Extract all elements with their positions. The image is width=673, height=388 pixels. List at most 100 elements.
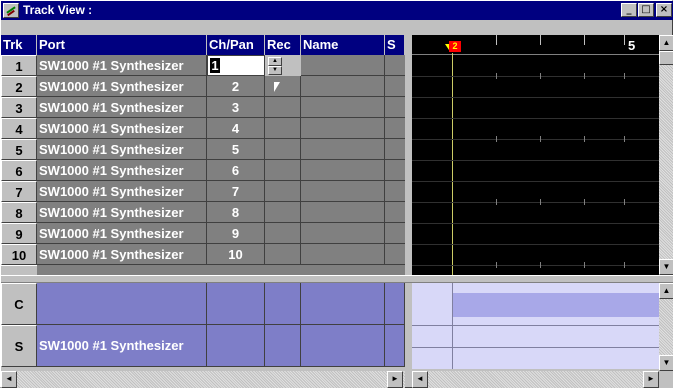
header-port[interactable]: Port bbox=[37, 35, 207, 55]
scroll-left-button[interactable]: ◄ bbox=[1, 371, 17, 388]
track-row[interactable]: 5 SW1000 #1 Synthesizer 5 bbox=[1, 139, 405, 160]
track-name[interactable] bbox=[301, 118, 385, 139]
scroll-thumb[interactable] bbox=[659, 51, 673, 65]
track-port[interactable]: SW1000 #1 Synthesizer bbox=[37, 118, 207, 139]
timeline-horizontal-scrollbar[interactable]: ◄ ► bbox=[412, 371, 659, 388]
bottom-vertical-scrollbar[interactable]: ▲ ▼ bbox=[659, 283, 673, 371]
track-solo[interactable] bbox=[385, 55, 405, 76]
track-number[interactable]: 1 bbox=[1, 55, 37, 76]
timeline-pane[interactable]: 5 2 bbox=[412, 35, 659, 275]
track-number[interactable]: 4 bbox=[1, 118, 37, 139]
track-row[interactable]: 8 SW1000 #1 Synthesizer 8 bbox=[1, 202, 405, 223]
track-rec[interactable] bbox=[265, 139, 301, 160]
track-number[interactable]: 9 bbox=[1, 223, 37, 244]
track-solo[interactable] bbox=[385, 202, 405, 223]
close-button[interactable]: × bbox=[656, 3, 672, 17]
conductor-row[interactable]: C bbox=[1, 283, 405, 325]
bottom-timeline-pane[interactable] bbox=[412, 283, 659, 369]
track-channel[interactable]: 5 bbox=[207, 139, 265, 160]
track-name[interactable] bbox=[301, 181, 385, 202]
system-channel[interactable] bbox=[207, 325, 265, 367]
track-channel[interactable]: 4 bbox=[207, 118, 265, 139]
track-rec[interactable] bbox=[265, 202, 301, 223]
track-rec[interactable] bbox=[265, 223, 301, 244]
track-port[interactable]: SW1000 #1 Synthesizer bbox=[37, 139, 207, 160]
conductor-label[interactable]: C bbox=[1, 283, 37, 325]
track-row[interactable]: 4 SW1000 #1 Synthesizer 4 bbox=[1, 118, 405, 139]
conductor-port[interactable] bbox=[37, 283, 207, 325]
track-rec[interactable] bbox=[265, 244, 301, 265]
minimize-button[interactable]: _ bbox=[621, 3, 637, 17]
channel-edit-field[interactable]: 1 bbox=[207, 55, 265, 76]
track-horizontal-scrollbar[interactable]: ◄ ► bbox=[1, 371, 405, 388]
system-name[interactable] bbox=[301, 325, 385, 367]
track-number[interactable]: 10 bbox=[1, 244, 37, 265]
conductor-name[interactable] bbox=[301, 283, 385, 325]
track-name[interactable] bbox=[301, 202, 385, 223]
track-channel[interactable]: 6 bbox=[207, 160, 265, 181]
track-row[interactable]: 9 SW1000 #1 Synthesizer 9 bbox=[1, 223, 405, 244]
track-number[interactable]: 6 bbox=[1, 160, 37, 181]
marker-flag-icon[interactable]: 2 bbox=[449, 41, 461, 52]
track-number[interactable]: 5 bbox=[1, 139, 37, 160]
track-view-app-icon[interactable] bbox=[3, 3, 19, 18]
track-channel[interactable]: 3 bbox=[207, 97, 265, 118]
conductor-solo[interactable] bbox=[385, 283, 405, 325]
track-name[interactable] bbox=[301, 139, 385, 160]
title-bar[interactable]: Track View : _ □ × bbox=[1, 1, 673, 20]
track-port[interactable]: SW1000 #1 Synthesizer bbox=[37, 76, 207, 97]
track-rec[interactable] bbox=[265, 97, 301, 118]
conductor-channel[interactable] bbox=[207, 283, 265, 325]
track-name[interactable] bbox=[301, 244, 385, 265]
track-port[interactable]: SW1000 #1 Synthesizer bbox=[37, 55, 207, 76]
scroll-down-button[interactable]: ▼ bbox=[659, 259, 673, 275]
track-port[interactable]: SW1000 #1 Synthesizer bbox=[37, 223, 207, 244]
track-channel[interactable]: 10 bbox=[207, 244, 265, 265]
header-rec[interactable]: Rec bbox=[265, 35, 301, 55]
track-name[interactable] bbox=[301, 55, 385, 76]
scroll-up-button[interactable]: ▲ bbox=[659, 283, 673, 299]
track-row[interactable]: 2 SW1000 #1 Synthesizer 2 bbox=[1, 76, 405, 97]
header-solo[interactable]: S bbox=[385, 35, 405, 55]
system-solo[interactable] bbox=[385, 325, 405, 367]
scroll-right-button[interactable]: ► bbox=[387, 371, 403, 388]
track-solo[interactable] bbox=[385, 76, 405, 97]
size-grip[interactable] bbox=[659, 371, 673, 388]
track-number[interactable]: 8 bbox=[1, 202, 37, 223]
header-chpan[interactable]: Ch/Pan bbox=[207, 35, 265, 55]
scroll-down-button[interactable]: ▼ bbox=[659, 355, 673, 371]
track-port[interactable]: SW1000 #1 Synthesizer bbox=[37, 160, 207, 181]
conductor-rec[interactable] bbox=[265, 283, 301, 325]
track-solo[interactable] bbox=[385, 118, 405, 139]
track-channel[interactable]: 7 bbox=[207, 181, 265, 202]
track-row[interactable]: 6 SW1000 #1 Synthesizer 6 bbox=[1, 160, 405, 181]
track-port[interactable]: SW1000 #1 Synthesizer bbox=[37, 244, 207, 265]
maximize-button[interactable]: □ bbox=[638, 3, 654, 17]
track-name[interactable] bbox=[301, 97, 385, 118]
spin-down-button[interactable]: ▼ bbox=[268, 66, 282, 75]
track-channel[interactable]: 8 bbox=[207, 202, 265, 223]
track-row[interactable]: 10 SW1000 #1 Synthesizer 10 bbox=[1, 244, 405, 265]
system-label[interactable]: S bbox=[1, 325, 37, 367]
track-rec[interactable] bbox=[265, 118, 301, 139]
track-number[interactable]: 2 bbox=[1, 76, 37, 97]
pane-splitter[interactable] bbox=[405, 35, 412, 275]
track-row[interactable]: 1 SW1000 #1 Synthesizer 1 ▲ ▼ bbox=[1, 55, 405, 76]
bottom-pane-splitter[interactable] bbox=[405, 283, 412, 371]
scroll-right-button[interactable]: ► bbox=[643, 371, 659, 388]
track-rec[interactable] bbox=[265, 181, 301, 202]
track-solo[interactable] bbox=[385, 181, 405, 202]
track-row[interactable]: 3 SW1000 #1 Synthesizer 3 bbox=[1, 97, 405, 118]
system-port[interactable]: SW1000 #1 Synthesizer bbox=[37, 325, 207, 367]
channel-spinner[interactable]: ▲ ▼ bbox=[268, 57, 282, 75]
system-rec[interactable] bbox=[265, 325, 301, 367]
channel-value[interactable]: 1 bbox=[210, 58, 220, 73]
track-name[interactable] bbox=[301, 160, 385, 181]
system-row[interactable]: S SW1000 #1 Synthesizer bbox=[1, 325, 405, 367]
scroll-up-button[interactable]: ▲ bbox=[659, 35, 673, 51]
spin-up-button[interactable]: ▲ bbox=[268, 57, 282, 66]
track-solo[interactable] bbox=[385, 97, 405, 118]
track-channel[interactable]: 9 bbox=[207, 223, 265, 244]
track-port[interactable]: SW1000 #1 Synthesizer bbox=[37, 181, 207, 202]
track-rec[interactable] bbox=[265, 76, 301, 97]
